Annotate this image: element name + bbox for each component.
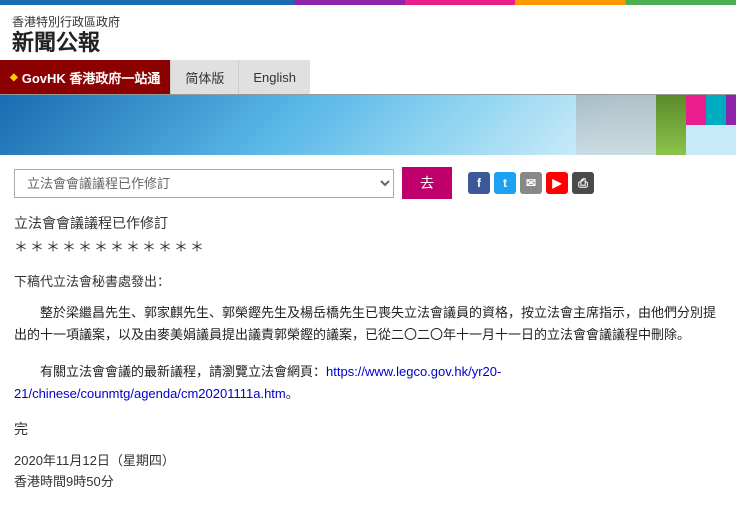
- twitter-icon[interactable]: t: [494, 172, 516, 194]
- time-line: 香港時間9時50分: [14, 472, 722, 493]
- article-title: 立法會會議議程已作修訂: [14, 213, 722, 233]
- gov-title: 香港特別行政區政府: [12, 13, 724, 30]
- stars-divider: ＊＊＊＊＊＊＊＊＊＊＊＊: [14, 237, 722, 257]
- body-paragraph-1: 整於梁繼昌先生、郭家麒先生、郭榮鏗先生及楊岳橋先生已喪失立法會議員的資格，按立法…: [14, 302, 722, 346]
- body2-suffix: 。: [286, 386, 299, 401]
- youtube-icon[interactable]: ▶: [546, 172, 568, 194]
- banner-decor-pink: [686, 95, 706, 125]
- search-bar: 立法會會議議程已作修訂 去 f t ✉ ▶ ⎙: [14, 167, 722, 199]
- simplified-chinese-button[interactable]: 简体版: [170, 60, 238, 94]
- govhk-label: GovHK 香港政府一站通: [22, 68, 161, 87]
- main-title: 新聞公報: [12, 30, 724, 56]
- topic-dropdown[interactable]: 立法會會議議程已作修訂: [14, 169, 394, 198]
- eng-label: English: [253, 70, 296, 85]
- nav-bar: ◆ GovHK 香港政府一站通 简体版 English: [0, 60, 736, 94]
- body2-prefix: 有關立法會會議的最新議程，請瀏覽立法會網頁：: [40, 364, 326, 379]
- nav-container: ◆ GovHK 香港政府一站通 简体版 English: [0, 60, 736, 95]
- go-button[interactable]: 去: [402, 167, 452, 199]
- body-paragraph-2: 有關立法會會議的最新議程，請瀏覽立法會網頁：https://www.legco.…: [14, 361, 722, 405]
- banner-decor-gray: [576, 95, 656, 155]
- date-line: 2020年11月12日（星期四）: [14, 451, 722, 472]
- diamond-icon: ◆: [10, 72, 18, 83]
- banner: [0, 95, 736, 155]
- facebook-icon[interactable]: f: [468, 172, 490, 194]
- banner-decor-green: [656, 95, 686, 155]
- simp-label: 简体版: [185, 68, 224, 87]
- subtitle: 下稿代立法會秘書處發出：: [14, 271, 722, 290]
- print-icon[interactable]: ⎙: [572, 172, 594, 194]
- banner-decor-purple: [726, 95, 736, 125]
- english-button[interactable]: English: [238, 60, 310, 94]
- email-icon[interactable]: ✉: [520, 172, 542, 194]
- social-icons: f t ✉ ▶ ⎙: [468, 172, 594, 194]
- content: 立法會會議議程已作修訂 去 f t ✉ ▶ ⎙ 立法會會議議程已作修訂 ＊＊＊＊…: [0, 155, 736, 504]
- end-marker: 完: [14, 419, 722, 439]
- banner-decor-teal: [706, 95, 726, 125]
- govhk-button[interactable]: ◆ GovHK 香港政府一站通: [0, 60, 170, 94]
- top-header: 香港特別行政區政府 新聞公報: [0, 5, 736, 60]
